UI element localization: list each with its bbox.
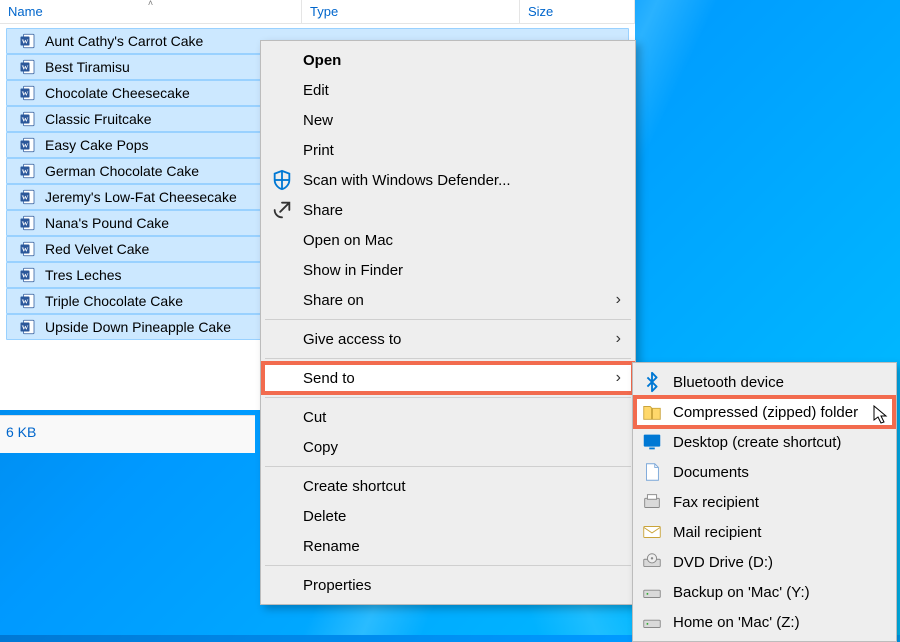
submenu-backup-mac[interactable]: Backup on 'Mac' (Y:) <box>635 577 894 607</box>
svg-text:W: W <box>22 168 29 175</box>
column-size-label: Size <box>528 4 553 19</box>
column-name-label: Name <box>8 4 43 19</box>
zip-folder-icon <box>641 401 663 423</box>
file-name-label: Easy Cake Pops <box>45 137 149 153</box>
svg-text:W: W <box>22 220 29 227</box>
menu-print[interactable]: Print <box>263 135 633 165</box>
file-name-label: Red Velvet Cake <box>45 241 149 257</box>
menu-scan-defender[interactable]: Scan with Windows Defender... <box>263 165 633 195</box>
word-document-icon: W <box>19 292 37 310</box>
menu-share[interactable]: Share <box>263 195 633 225</box>
word-document-icon: W <box>19 188 37 206</box>
network-drive-icon <box>641 581 663 603</box>
menu-send-to[interactable]: Send to › <box>263 363 633 393</box>
word-document-icon: W <box>19 58 37 76</box>
menu-separator <box>265 466 631 467</box>
file-name-label: German Chocolate Cake <box>45 163 199 179</box>
submenu-desktop-shortcut[interactable]: Desktop (create shortcut) <box>635 427 894 457</box>
file-name-label: Triple Chocolate Cake <box>45 293 183 309</box>
submenu-home-mac[interactable]: Home on 'Mac' (Z:) <box>635 607 894 637</box>
svg-text:W: W <box>22 298 29 305</box>
submenu-dvd-drive[interactable]: DVD Drive (D:) <box>635 547 894 577</box>
svg-text:W: W <box>22 272 29 279</box>
column-name[interactable]: Name ˄ <box>0 0 302 23</box>
file-name-label: Chocolate Cheesecake <box>45 85 190 101</box>
submenu-documents[interactable]: Documents <box>635 457 894 487</box>
chevron-right-icon: › <box>616 369 621 387</box>
bluetooth-icon <box>641 371 663 393</box>
menu-separator <box>265 397 631 398</box>
menu-separator <box>265 358 631 359</box>
network-drive-icon <box>641 611 663 633</box>
menu-delete[interactable]: Delete <box>263 501 633 531</box>
menu-new[interactable]: New <box>263 105 633 135</box>
column-type-label: Type <box>310 4 338 19</box>
word-document-icon: W <box>19 214 37 232</box>
column-type[interactable]: Type <box>302 0 520 23</box>
word-document-icon: W <box>19 240 37 258</box>
dvd-drive-icon <box>641 551 663 573</box>
word-document-icon: W <box>19 110 37 128</box>
sort-ascending-icon: ˄ <box>148 0 153 8</box>
file-name-label: Aunt Cathy's Carrot Cake <box>45 33 203 49</box>
file-name-label: Nana's Pound Cake <box>45 215 169 231</box>
file-name-label: Upside Down Pineapple Cake <box>45 319 231 335</box>
menu-give-access-to[interactable]: Give access to › <box>263 324 633 354</box>
submenu-compressed-folder[interactable]: Compressed (zipped) folder <box>635 397 894 427</box>
fax-icon <box>641 491 663 513</box>
submenu-mail-recipient[interactable]: Mail recipient <box>635 517 894 547</box>
menu-copy[interactable]: Copy <box>263 432 633 462</box>
word-document-icon: W <box>19 84 37 102</box>
menu-separator <box>265 319 631 320</box>
menu-share-on[interactable]: Share on › <box>263 285 633 315</box>
svg-text:W: W <box>22 38 29 45</box>
share-icon <box>271 199 293 221</box>
word-document-icon: W <box>19 266 37 284</box>
desktop-icon <box>641 431 663 453</box>
column-headers: Name ˄ Type Size <box>0 0 635 24</box>
column-size[interactable]: Size <box>520 0 635 23</box>
file-name-label: Classic Fruitcake <box>45 111 152 127</box>
defender-shield-icon <box>271 169 293 191</box>
menu-rename[interactable]: Rename <box>263 531 633 561</box>
chevron-right-icon: › <box>616 330 621 348</box>
menu-create-shortcut[interactable]: Create shortcut <box>263 471 633 501</box>
menu-open-on-mac[interactable]: Open on Mac <box>263 225 633 255</box>
svg-text:W: W <box>22 142 29 149</box>
mail-icon <box>641 521 663 543</box>
status-bar: 6 KB <box>0 415 255 453</box>
menu-separator <box>265 565 631 566</box>
svg-text:W: W <box>22 246 29 253</box>
svg-text:W: W <box>22 116 29 123</box>
documents-icon <box>641 461 663 483</box>
word-document-icon: W <box>19 318 37 336</box>
svg-text:W: W <box>22 64 29 71</box>
file-name-label: Jeremy's Low-Fat Cheesecake <box>45 189 237 205</box>
file-name-label: Best Tiramisu <box>45 59 130 75</box>
submenu-fax-recipient[interactable]: Fax recipient <box>635 487 894 517</box>
svg-text:W: W <box>22 194 29 201</box>
menu-show-in-finder[interactable]: Show in Finder <box>263 255 633 285</box>
menu-edit[interactable]: Edit <box>263 75 633 105</box>
word-document-icon: W <box>19 136 37 154</box>
svg-text:W: W <box>22 324 29 331</box>
file-name-label: Tres Leches <box>45 267 122 283</box>
context-menu: Open Edit New Print Scan with Windows De… <box>260 40 636 605</box>
status-size: 6 KB <box>6 424 36 440</box>
chevron-right-icon: › <box>616 291 621 309</box>
menu-cut[interactable]: Cut <box>263 402 633 432</box>
send-to-submenu: Bluetooth device Compressed (zipped) fol… <box>632 362 897 642</box>
menu-open[interactable]: Open <box>263 45 633 75</box>
menu-properties[interactable]: Properties <box>263 570 633 600</box>
svg-text:W: W <box>22 90 29 97</box>
word-document-icon: W <box>19 162 37 180</box>
submenu-bluetooth[interactable]: Bluetooth device <box>635 367 894 397</box>
word-document-icon: W <box>19 32 37 50</box>
